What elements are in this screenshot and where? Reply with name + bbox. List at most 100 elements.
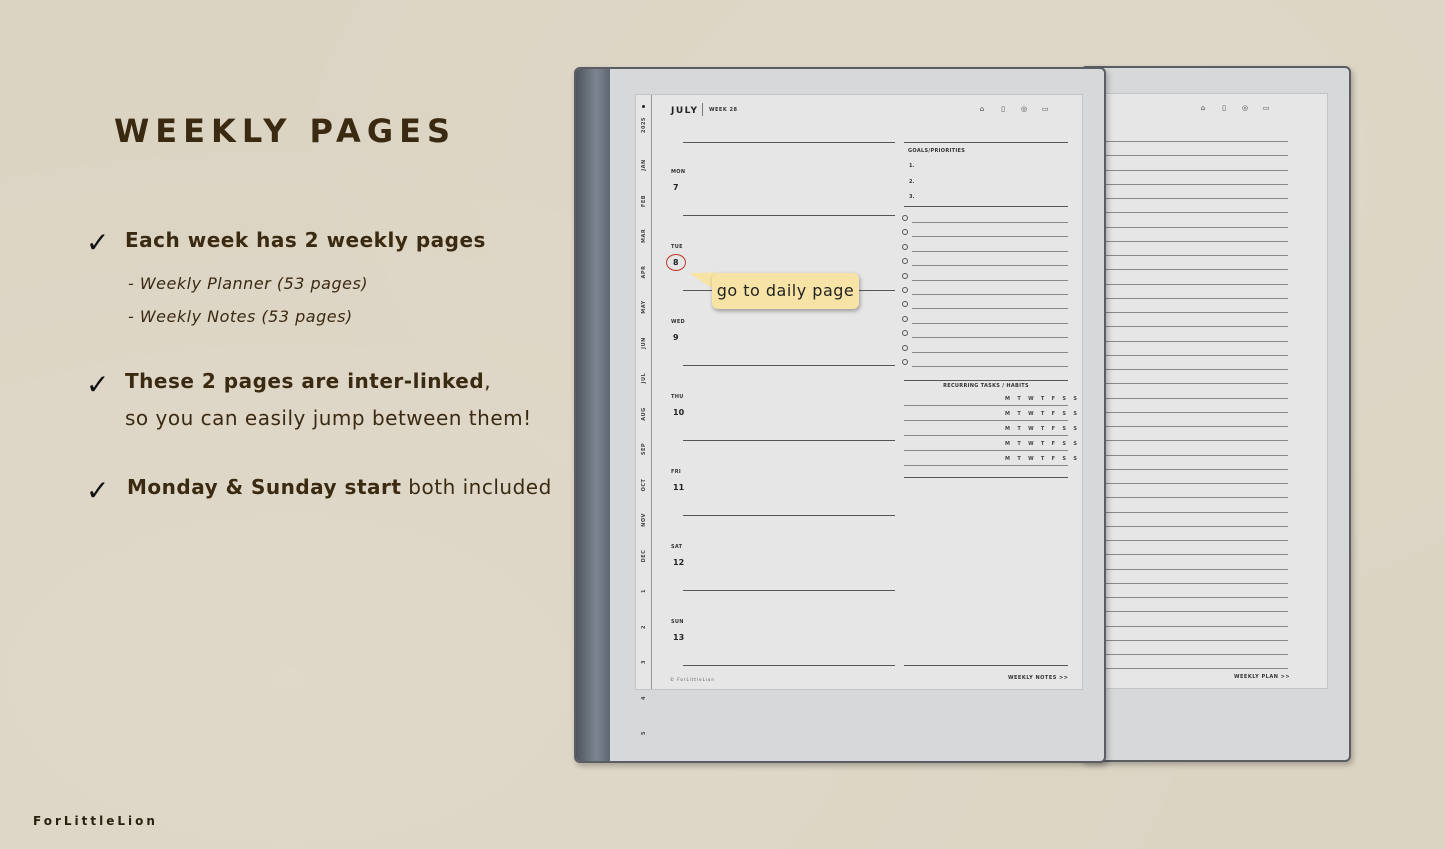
notes-line bbox=[1082, 326, 1288, 328]
todo-checkbox[interactable] bbox=[902, 315, 908, 322]
notes-line bbox=[1082, 540, 1288, 541]
weekly-notes-link[interactable]: WEEKLY NOTES >> bbox=[1008, 675, 1068, 681]
page-icon[interactable]: ▯ bbox=[999, 105, 1007, 113]
tab-month[interactable]: JAN bbox=[641, 158, 647, 172]
notes-line bbox=[1082, 483, 1288, 484]
tablet-back: ⌂ ▯ ◎ ▭ WEEKLY PLAN >> bbox=[1080, 66, 1351, 762]
day-number-link[interactable]: 7 bbox=[673, 183, 679, 192]
notes-line bbox=[1082, 397, 1288, 399]
todo-line bbox=[912, 265, 1068, 267]
day-name: FRI bbox=[671, 469, 682, 475]
tab-month[interactable]: MAY bbox=[641, 300, 647, 314]
page-title: WEEKLY PAGES bbox=[114, 112, 456, 150]
checkmark-icon: ✓ bbox=[86, 474, 110, 507]
todo-checkbox[interactable] bbox=[902, 330, 908, 337]
tab-month[interactable]: OCT bbox=[641, 478, 647, 492]
todo-checkbox[interactable] bbox=[902, 229, 908, 236]
habit-weekdays: M T W T F S S bbox=[1005, 456, 1080, 462]
notes-line bbox=[1082, 426, 1288, 427]
notes-line bbox=[1082, 625, 1288, 627]
notes-line bbox=[1082, 511, 1288, 513]
tab-month[interactable]: APR bbox=[641, 265, 647, 279]
feature-text: Monday & Sunday start both included bbox=[127, 475, 552, 499]
notes-line bbox=[1082, 297, 1288, 299]
day-number-link[interactable]: 9 bbox=[673, 333, 679, 342]
check-circle-icon[interactable]: ◎ bbox=[1241, 104, 1249, 112]
day-divider bbox=[683, 515, 895, 516]
tab-month[interactable]: AUG bbox=[641, 407, 647, 421]
tab-month[interactable]: FEB bbox=[641, 194, 647, 208]
weekly-plan-link[interactable]: WEEKLY PLAN >> bbox=[1234, 674, 1290, 680]
tab-month[interactable]: DEC bbox=[641, 549, 647, 563]
tab-month[interactable]: 5 bbox=[641, 726, 647, 740]
highlight-circle bbox=[666, 254, 686, 271]
notes-nav-icons: ⌂ ▯ ◎ ▭ bbox=[1199, 104, 1270, 112]
habit-bottom-line bbox=[904, 477, 1068, 478]
briefcase-icon[interactable]: ▭ bbox=[1041, 105, 1049, 113]
todo-line bbox=[912, 222, 1068, 223]
todo-line bbox=[912, 250, 1068, 252]
month-label: JULY bbox=[671, 106, 699, 116]
day-divider bbox=[683, 365, 895, 366]
habit-line bbox=[904, 435, 1068, 436]
notes-line bbox=[1082, 169, 1288, 171]
weekly-notes-page: ⌂ ▯ ◎ ▭ WEEKLY PLAN >> bbox=[1082, 93, 1328, 689]
notes-line bbox=[1082, 354, 1288, 356]
notes-line bbox=[1082, 411, 1288, 413]
todo-checkbox[interactable] bbox=[902, 243, 908, 250]
tab-month[interactable]: 2 bbox=[641, 620, 647, 634]
tab-month[interactable]: 1 bbox=[641, 584, 647, 598]
notes-line bbox=[1082, 369, 1288, 370]
copyright: © ForLittleLion bbox=[670, 677, 715, 682]
todo-checkbox[interactable] bbox=[902, 301, 908, 308]
todo-checkbox[interactable] bbox=[902, 215, 908, 221]
tab-month[interactable]: SEP bbox=[641, 442, 647, 456]
day-number-link[interactable]: 13 bbox=[673, 633, 684, 642]
notes-line bbox=[1082, 269, 1288, 271]
todo-line bbox=[912, 337, 1068, 339]
notes-line bbox=[1082, 668, 1288, 670]
notes-line bbox=[1082, 582, 1288, 584]
habit-weekdays: M T W T F S S bbox=[1005, 426, 1080, 432]
todo-checkbox[interactable] bbox=[902, 344, 908, 351]
page-icon[interactable]: ▯ bbox=[1220, 104, 1228, 112]
notes-line bbox=[1082, 141, 1288, 142]
todo-line bbox=[912, 366, 1068, 367]
notes-line bbox=[1082, 212, 1288, 214]
brand-logo: ForLittleLion bbox=[33, 814, 158, 828]
planner-nav-icons: ⌂ ▯ ◎ ▭ bbox=[978, 105, 1049, 113]
checkmark-icon: ✓ bbox=[86, 368, 110, 401]
day-number-link[interactable]: 11 bbox=[673, 483, 684, 492]
day-name: WED bbox=[671, 319, 685, 325]
day-number-link[interactable]: 10 bbox=[673, 408, 684, 417]
home-icon[interactable]: ⌂ bbox=[1199, 104, 1207, 112]
tab-dot bbox=[642, 105, 645, 108]
tab-month[interactable]: 4 bbox=[641, 691, 647, 705]
tab-month[interactable]: JUN bbox=[641, 336, 647, 350]
home-icon[interactable]: ⌂ bbox=[978, 105, 986, 113]
tab-month[interactable]: 3 bbox=[641, 655, 647, 669]
right-bottom-line bbox=[904, 665, 1068, 666]
todo-checkbox[interactable] bbox=[902, 258, 908, 265]
notes-line bbox=[1082, 226, 1288, 228]
todo-checkbox[interactable] bbox=[902, 359, 908, 365]
tab-month[interactable]: MAR bbox=[641, 229, 647, 243]
todo-checkbox[interactable] bbox=[902, 272, 908, 279]
tab-year[interactable]: 2025 bbox=[641, 117, 647, 133]
todo-checkbox[interactable] bbox=[902, 287, 908, 293]
feature-subitem-planner: - Weekly Planner (53 pages) bbox=[128, 274, 369, 293]
todo-line bbox=[912, 351, 1068, 353]
tab-month[interactable]: NOV bbox=[641, 513, 647, 527]
daily-page-callout: go to daily page bbox=[712, 273, 859, 309]
tab-month[interactable]: JUL bbox=[641, 371, 647, 385]
check-circle-icon[interactable]: ◎ bbox=[1020, 105, 1028, 113]
habit-line bbox=[904, 450, 1068, 451]
briefcase-icon[interactable]: ▭ bbox=[1262, 104, 1270, 112]
day-number-link[interactable]: 12 bbox=[673, 558, 684, 567]
goals-bottom-line bbox=[904, 206, 1068, 207]
habit-line bbox=[904, 420, 1068, 421]
todo-line bbox=[912, 279, 1068, 281]
notes-line bbox=[1082, 198, 1288, 199]
habit-line bbox=[904, 465, 1068, 466]
habit-line bbox=[904, 405, 1068, 406]
